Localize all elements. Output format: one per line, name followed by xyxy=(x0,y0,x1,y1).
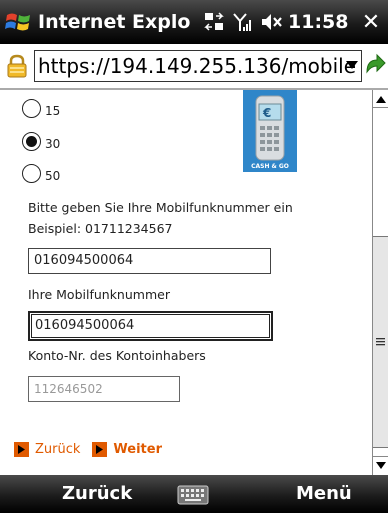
scroll-down-icon[interactable] xyxy=(373,456,388,474)
back-link[interactable]: Zurück xyxy=(35,442,80,457)
radio-button[interactable] xyxy=(22,98,41,118)
url-dropdown-icon[interactable] xyxy=(346,61,358,69)
lock-icon xyxy=(6,54,28,82)
softkey-bar: Zurück Menü xyxy=(0,475,388,513)
radio-option-15[interactable]: 15 xyxy=(22,98,60,118)
radio-option-30[interactable]: 30 xyxy=(22,131,60,151)
softkey-menu[interactable]: Menü xyxy=(296,475,352,513)
scroll-thumb[interactable] xyxy=(373,236,388,448)
url-text: https://194.149.255.136/mobile xyxy=(38,54,357,78)
address-bar: https://194.149.255.136/mobile xyxy=(0,44,388,90)
clock[interactable]: 11:58 xyxy=(288,11,348,33)
keyboard-icon[interactable] xyxy=(177,485,209,505)
softkey-left[interactable]: Zurück xyxy=(62,475,132,513)
url-input[interactable]: https://194.149.255.136/mobile xyxy=(34,50,362,82)
signal-strength-icon[interactable] xyxy=(232,11,254,33)
mobile-number-confirm-input[interactable]: 016094500064 xyxy=(28,311,273,341)
radio-label: 30 xyxy=(45,137,61,151)
connectivity-icon[interactable] xyxy=(204,11,226,33)
radio-button-selected[interactable] xyxy=(22,131,41,151)
radio-option-50[interactable]: 50 xyxy=(22,163,60,183)
radio-label: 50 xyxy=(45,169,61,183)
instruction-text: Bitte geben Sie Ihre Mobilfunknummer ein xyxy=(28,200,293,215)
svg-text:€: € xyxy=(262,106,271,120)
page-content: 15 30 50 € CASH & GO Bitte geben Sie Ihr… xyxy=(0,90,372,475)
arrow-right-icon xyxy=(14,442,29,457)
title-bar: Internet Explo 11:58 ✕ xyxy=(0,0,388,44)
radio-label: 15 xyxy=(45,104,61,118)
account-number-input: 112646502 xyxy=(28,376,180,402)
go-arrow-icon[interactable] xyxy=(364,52,386,80)
next-link[interactable]: Weiter xyxy=(113,442,162,457)
example-text: Beispiel: 01711234567 xyxy=(28,221,173,236)
form-nav: Zurück Weiter xyxy=(14,442,174,457)
svg-text:CASH & GO: CASH & GO xyxy=(251,163,289,170)
cash-and-go-phone-logo: € CASH & GO xyxy=(243,90,297,172)
arrow-right-icon xyxy=(92,442,108,457)
scroll-up-icon[interactable] xyxy=(373,90,388,108)
vertical-scrollbar[interactable] xyxy=(372,90,388,475)
account-number-label: Konto-Nr. des Kontoinhabers xyxy=(28,348,206,363)
close-icon[interactable]: ✕ xyxy=(354,0,388,44)
app-title: Internet Explo xyxy=(38,11,191,33)
mobile-number-label: Ihre Mobilfunknummer xyxy=(28,287,170,302)
speaker-muted-icon[interactable] xyxy=(260,11,284,33)
windows-start-icon[interactable] xyxy=(0,0,38,44)
radio-button[interactable] xyxy=(22,163,41,183)
mobile-number-input[interactable]: 016094500064 xyxy=(28,248,271,274)
